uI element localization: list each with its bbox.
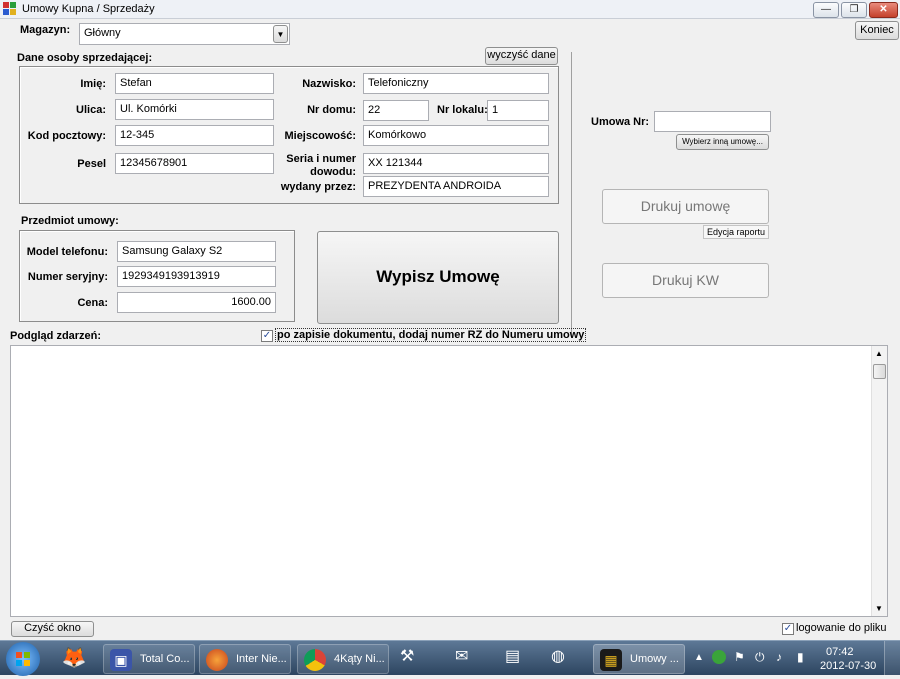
taskbar-item-total-commander[interactable]: ▣ Total Co... xyxy=(103,644,195,674)
taskbar-item-label: 4Kąty Ni... xyxy=(334,653,385,665)
kod-pocztowy-label: Kod pocztowy: xyxy=(27,130,106,142)
taskbar-item-firefox[interactable]: Inter Nie... xyxy=(199,644,291,674)
nazwisko-label: Nazwisko: xyxy=(302,78,356,90)
show-desktop-button[interactable] xyxy=(884,641,900,676)
minimize-button[interactable]: — xyxy=(813,2,839,18)
log-to-file-checkbox[interactable]: ✓ xyxy=(782,623,794,635)
magazyn-value: Główny xyxy=(84,27,121,39)
title-bar: Umowy Kupna / Sprzedaży — ❐ ✕ xyxy=(0,0,900,19)
clock-time[interactable]: 07:42 xyxy=(826,646,854,658)
log-scrollbar[interactable]: ▲ ▼ xyxy=(871,346,887,616)
umowa-nr-field[interactable] xyxy=(654,111,771,132)
start-button[interactable] xyxy=(6,642,40,676)
chrome-icon xyxy=(304,649,326,671)
rz-checkbox[interactable]: ✓ xyxy=(261,330,273,342)
app-window-icon: ▦ xyxy=(600,649,622,671)
clear-data-button[interactable]: wyczyść dane xyxy=(485,47,558,65)
document-icon[interactable]: ▤ xyxy=(505,646,531,672)
wybierz-umowe-button[interactable]: Wybierz inną umowę... xyxy=(676,134,769,150)
wydany-label: wydany przez: xyxy=(280,181,356,193)
nr-lokalu-field[interactable]: 1 xyxy=(487,100,549,121)
separator xyxy=(571,52,572,337)
magazyn-select[interactable]: Główny ▼ xyxy=(79,23,290,45)
fox-icon[interactable]: 🦊 xyxy=(56,645,92,673)
scroll-down-icon[interactable]: ▼ xyxy=(875,604,883,613)
seria-field[interactable]: XX 121344 xyxy=(363,153,549,174)
taskbar-item-umowy[interactable]: ▦ Umowy ... xyxy=(593,644,685,674)
seller-section-title: Dane osoby sprzedającej: xyxy=(17,52,153,64)
scroll-thumb[interactable] xyxy=(873,364,886,379)
taskbar: 🦊 ▣ Total Co... Inter Nie... 4Kąty Ni...… xyxy=(0,640,900,676)
miejscowosc-label: Miejscowość: xyxy=(284,130,356,142)
kod-pocztowy-field[interactable]: 12-345 xyxy=(115,125,274,146)
wypisz-umowe-button[interactable]: Wypisz Umowę xyxy=(317,231,559,324)
log-to-file-label: logowanie do pliku xyxy=(796,622,887,634)
ulica-field[interactable]: Ul. Komórki xyxy=(115,99,274,120)
cena-label: Cena: xyxy=(77,297,108,309)
miejscowosc-field[interactable]: Komórkowo xyxy=(363,125,549,146)
nr-lokalu-label: Nr lokalu: xyxy=(437,104,488,116)
seria-label-line2: dowodu: xyxy=(310,166,356,178)
tray-expand-icon[interactable]: ▲ xyxy=(694,652,704,663)
close-button[interactable]: ✕ xyxy=(869,2,898,18)
flag-icon[interactable]: ⚑ xyxy=(734,650,745,664)
firefox-icon xyxy=(206,649,228,671)
rz-checkbox-label[interactable]: po zapisie dokumentu, dodaj numer RZ do … xyxy=(275,328,587,342)
imie-label: Imię: xyxy=(80,78,106,90)
globe-icon[interactable]: ◍ xyxy=(551,646,577,672)
umowa-nr-label: Umowa Nr: xyxy=(591,116,650,128)
chevron-down-icon[interactable]: ▼ xyxy=(273,25,288,43)
mail-icon[interactable]: ✉ xyxy=(455,646,481,672)
imie-field[interactable]: Stefan xyxy=(115,73,274,94)
taskbar-item-label: Umowy ... xyxy=(630,653,679,665)
power-icon[interactable]: ⏻ xyxy=(755,650,765,665)
ulica-label: Ulica: xyxy=(76,104,106,116)
drukuj-umowe-button[interactable]: Drukuj umowę xyxy=(602,189,769,224)
scroll-up-icon[interactable]: ▲ xyxy=(875,349,883,358)
signal-icon[interactable]: ▮ xyxy=(797,650,804,664)
pesel-label: Pesel xyxy=(77,158,106,170)
clock-date[interactable]: 2012-07-30 xyxy=(820,660,876,672)
taskbar-item-label: Total Co... xyxy=(140,653,190,665)
seria-label-line1: Seria i numer xyxy=(286,153,356,165)
tools-icon[interactable]: ⚒ xyxy=(400,646,426,672)
model-field[interactable]: Samsung Galaxy S2 xyxy=(117,241,276,262)
taskbar-item-label: Inter Nie... xyxy=(236,653,287,665)
magazyn-label: Magazyn: xyxy=(20,24,71,36)
event-log-area[interactable]: ▲ ▼ xyxy=(10,345,888,617)
item-section-title: Przedmiot umowy: xyxy=(21,215,119,227)
serial-field[interactable]: 1929349193913919 xyxy=(117,266,276,287)
wydany-field[interactable]: PREZYDENTA ANDROIDA xyxy=(363,176,549,197)
events-label: Podgląd zdarzeń: xyxy=(10,330,102,342)
taskbar-item-chrome[interactable]: 4Kąty Ni... xyxy=(297,644,389,674)
koniec-button[interactable]: Koniec xyxy=(855,21,899,40)
maximize-button[interactable]: ❐ xyxy=(841,2,867,18)
model-label: Model telefonu: xyxy=(26,246,108,258)
clear-window-button[interactable]: Czyść okno xyxy=(11,621,94,637)
volume-icon[interactable]: ♪ xyxy=(776,650,782,664)
serial-label: Numer seryjny: xyxy=(27,271,108,283)
nr-domu-label: Nr domu: xyxy=(307,104,356,116)
edycja-raportu-link[interactable]: Edycja raportu xyxy=(703,225,769,239)
cena-field[interactable]: 1600.00 xyxy=(117,292,276,313)
network-status-icon[interactable] xyxy=(712,650,726,664)
floppy-icon: ▣ xyxy=(110,649,132,671)
nazwisko-field[interactable]: Telefoniczny xyxy=(363,73,549,94)
window-title: Umowy Kupna / Sprzedaży xyxy=(22,3,155,15)
nr-domu-field[interactable]: 22 xyxy=(363,100,429,121)
app-icon xyxy=(3,2,17,16)
drukuj-kw-button[interactable]: Drukuj KW xyxy=(602,263,769,298)
pesel-field[interactable]: 12345678901 xyxy=(115,153,274,174)
